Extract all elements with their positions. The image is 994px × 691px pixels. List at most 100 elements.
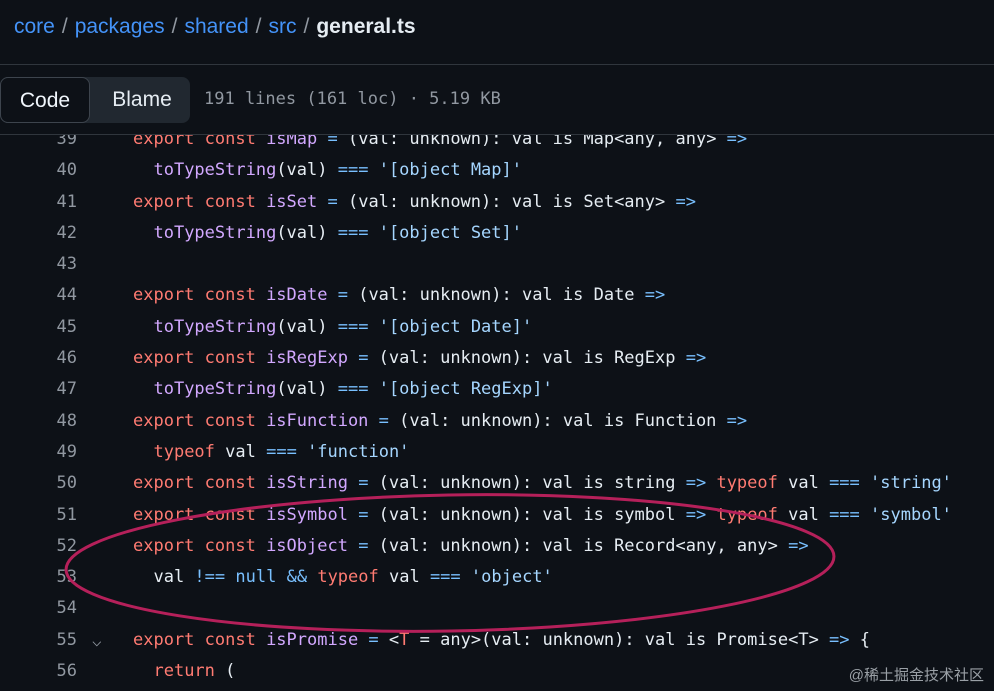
code-line: 55 ⌵ export const isPromise = <T = any>(va… [0,625,994,656]
code-token: = [327,285,359,306]
code-token: === [266,441,297,462]
code-token: => [675,191,696,212]
code-token: { [849,629,871,650]
breadcrumb-link-packages[interactable]: packages [75,15,165,38]
line-number[interactable]: 44 [0,280,77,311]
code-token: isFunction [266,410,369,431]
code-token: val [777,504,830,525]
code-token: toTypeString [153,222,277,243]
code-text: val !== null && typeof val === 'object' [133,562,553,593]
line-number[interactable]: 52 [0,531,77,562]
code-token: val [378,567,430,588]
line-number[interactable]: 47 [0,374,77,405]
code-token: => [685,473,707,494]
line-number[interactable]: 45 [0,312,77,343]
code-token: 'function' [307,441,410,462]
code-view[interactable]: 39 export const isMap = (val: unknown): v… [0,124,994,691]
code-token: '[object Map]' [378,160,522,181]
code-token: !== [194,567,226,588]
code-token: === [829,473,860,494]
code-token: = [368,410,400,431]
code-token: isPromise [266,629,359,650]
line-number[interactable]: 41 [0,187,77,218]
code-token: === [337,379,369,400]
code-text: export const isString = (val: unknown): … [133,468,952,499]
code-line: 43 [0,249,994,280]
code-line: 53 val !== null && typeof val === 'objec… [0,562,994,593]
line-number[interactable]: 40 [0,155,77,186]
code-line: 42 toTypeString(val) === '[object Set]' [0,218,994,249]
line-number[interactable]: 51 [0,500,77,531]
code-token: (val: unknown): val is Date [358,285,645,306]
code-text: export const isFunction = (val: unknown)… [133,406,747,437]
code-line: 45 toTypeString(val) === '[object Date]' [0,312,994,343]
breadcrumb-link-shared[interactable]: shared [184,15,248,38]
line-number[interactable]: 50 [0,468,77,499]
code-token: === [337,222,369,243]
code-token: val [214,441,267,462]
code-token: (val: unknown): val is RegExp [378,348,686,369]
code-text: export const isObject = (val: unknown): … [133,531,809,562]
code-token: export const [133,535,267,556]
code-token: return [153,661,215,682]
line-number[interactable]: 56 [0,656,77,687]
code-token: = [347,473,379,494]
code-line: 51 export const isSymbol = (val: unknown)… [0,500,994,531]
code-text: export const isSet = (val: unknown): val… [133,187,696,218]
line-number[interactable]: 49 [0,437,77,468]
blame-tab[interactable]: Blame [96,77,188,123]
breadcrumb-separator: / [61,15,68,38]
code-token: = [347,504,379,525]
code-line: 47 toTypeString(val) === '[object RegExp… [0,374,994,405]
code-token: 'symbol' [870,504,952,525]
breadcrumb-link-src[interactable]: src [269,15,297,38]
code-token: === [429,567,461,588]
breadcrumb-current-file: general.ts [316,15,416,38]
line-number[interactable]: 46 [0,343,77,374]
code-token: '[object Set]' [378,222,522,243]
code-token: === [829,504,860,525]
code-token: 'object' [470,567,553,588]
breadcrumb-separator: / [171,15,178,38]
code-token: => [685,504,707,525]
line-number[interactable]: 55 [0,625,77,656]
line-number[interactable]: 53 [0,562,77,593]
code-line: 41 export const isSet = (val: unknown): v… [0,187,994,218]
code-token: null [235,567,277,588]
code-line: 49 typeof val === 'function' [0,437,994,468]
breadcrumb-link-core[interactable]: core [14,15,55,38]
line-number[interactable]: 43 [0,249,77,280]
line-number[interactable]: 42 [0,218,77,249]
line-number[interactable]: 54 [0,593,77,624]
code-tab[interactable]: Code [0,77,90,123]
code-token: (val: unknown): val is Set<any> [347,191,676,212]
fold-chevron-icon[interactable]: ⌵ [92,625,102,656]
code-token: val [777,473,830,494]
code-token: isObject [266,535,348,556]
code-line: 46 export const isRegExp = (val: unknown)… [0,343,994,374]
code-line: 52 export const isObject = (val: unknown)… [0,531,994,562]
code-token: toTypeString [153,316,277,337]
code-line: 40 toTypeString(val) === '[object Map]' [0,155,994,186]
code-token: isString [266,473,348,494]
code-token: (val: unknown): val is string [378,473,686,494]
code-token: toTypeString [153,379,277,400]
code-token: => [644,285,666,306]
code-token: isSymbol [266,504,348,525]
code-token: < [388,629,400,650]
code-token: (val) [276,222,338,243]
line-number[interactable]: 48 [0,406,77,437]
